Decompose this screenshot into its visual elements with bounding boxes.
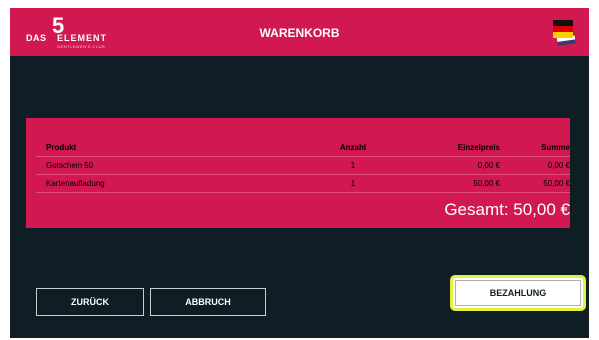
- product-quantity: 1: [350, 161, 356, 170]
- column-quantity: Anzahl: [339, 143, 367, 152]
- product-sum: 0,00 €: [547, 161, 570, 170]
- table-row: Gutschein 50 1 0,00 € 0,00 €: [0, 156, 570, 174]
- column-product: Produkt: [46, 143, 77, 152]
- cart-header-row: Produkt Anzahl Einzelpreis Summe: [0, 138, 570, 156]
- back-button-label: ZURÜCK: [71, 297, 109, 307]
- table-row: Kartenaufladung 1 50,00 € 50,00 €: [0, 174, 570, 192]
- header-bar: 5 DAS ELEMENT GENTLEMEN'S CLUB WARENKORB: [10, 8, 589, 56]
- product-name: Kartenaufladung: [46, 179, 105, 188]
- product-quantity: 1: [350, 179, 356, 188]
- column-sum: Summe: [541, 143, 570, 152]
- cart-total: Gesamt: 50,00 €: [444, 200, 570, 219]
- product-name: Gutschein 50: [46, 161, 94, 170]
- german-flag-icon[interactable]: [549, 17, 579, 47]
- row-divider: [36, 192, 570, 193]
- pay-button-label: BEZAHLUNG: [489, 288, 547, 298]
- page-title: WARENKORB: [259, 26, 340, 40]
- pay-button-face: BEZAHLUNG: [455, 280, 581, 306]
- cancel-button[interactable]: ABBRUCH: [150, 288, 266, 316]
- pay-button[interactable]: BEZAHLUNG: [450, 275, 586, 311]
- cancel-button-label: ABBRUCH: [185, 297, 231, 307]
- product-sum: 50,00 €: [543, 179, 570, 188]
- logo-tagline: GENTLEMEN'S CLUB: [57, 44, 106, 49]
- back-button[interactable]: ZURÜCK: [36, 288, 144, 316]
